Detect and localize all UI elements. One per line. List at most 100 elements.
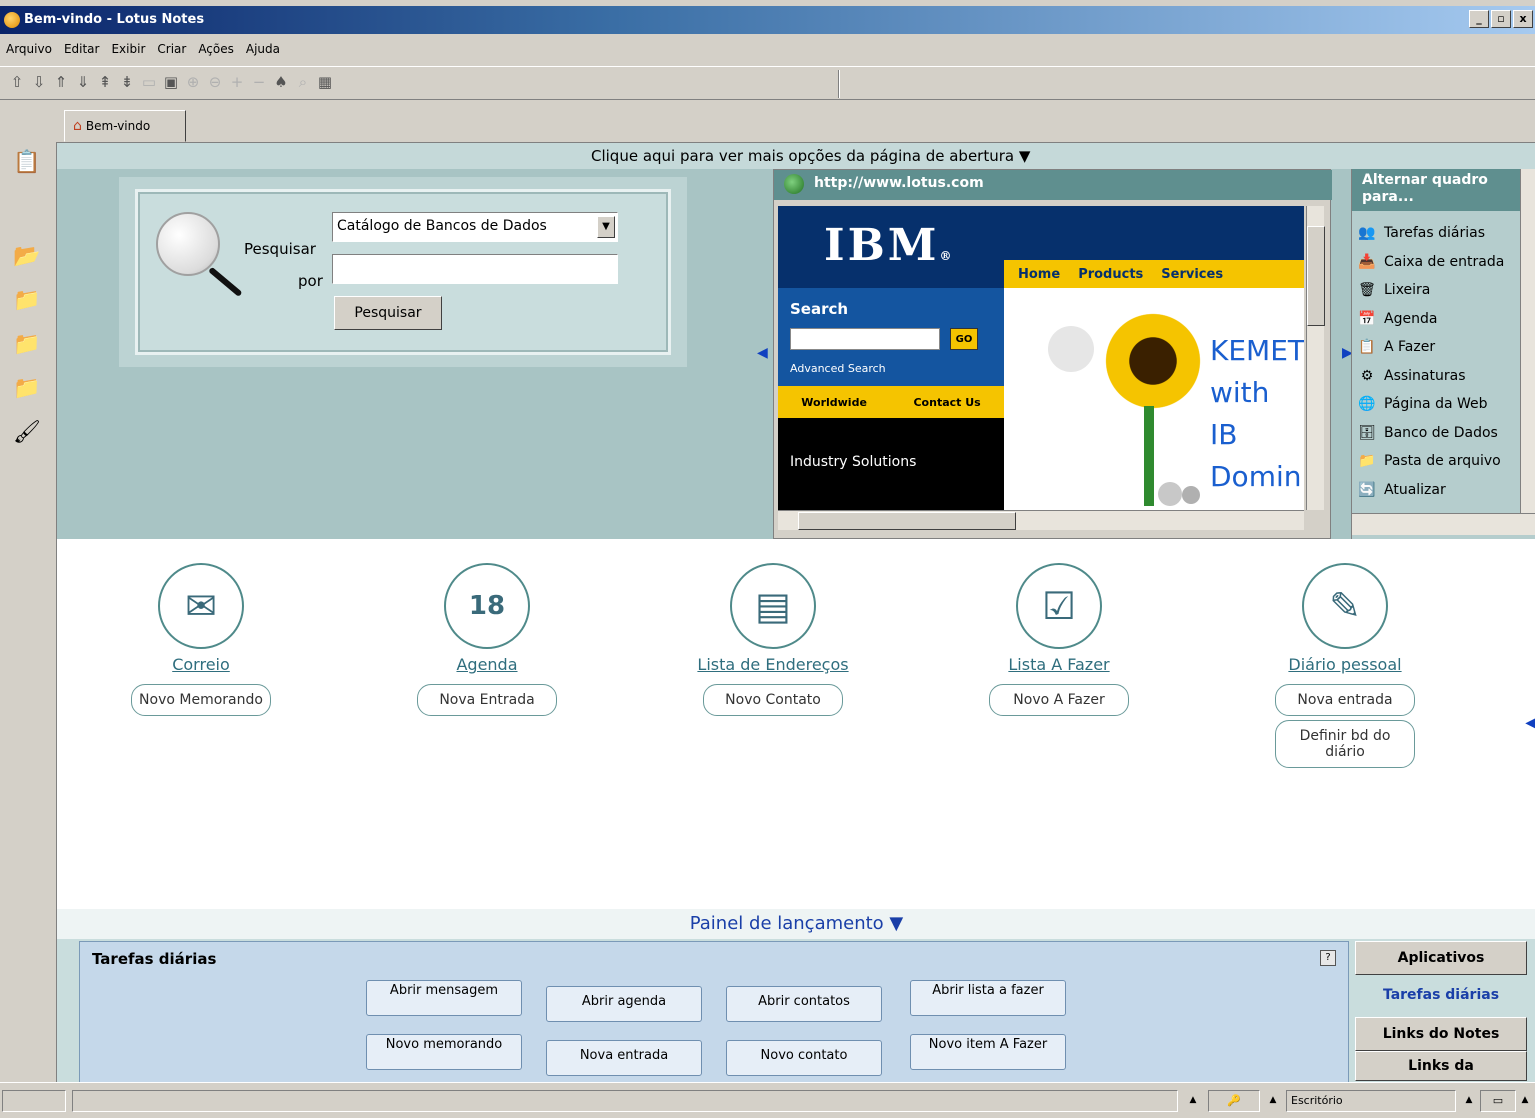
switch-item-atualizar[interactable]: 🔄 Atualizar xyxy=(1356,476,1520,505)
menu-arquivo[interactable]: Arquivo xyxy=(6,42,52,56)
switch-item-assinaturas[interactable]: ⚙ Assinaturas xyxy=(1356,362,1520,391)
preview-icon[interactable]: ▣ xyxy=(162,73,180,91)
abrir-lista-afazer-button[interactable]: Abrir lista a fazer xyxy=(910,980,1066,1016)
ibm-worldwide-link[interactable]: Worldwide xyxy=(801,396,867,409)
switch-item-lixeira[interactable]: 🗑 Lixeira xyxy=(1356,276,1520,305)
agenda-link[interactable]: Agenda xyxy=(387,655,587,674)
ibm-industry-link[interactable]: Industry Solutions xyxy=(790,454,916,470)
nav-next-unread-icon[interactable]: ⇟ xyxy=(118,73,136,91)
nav-down-icon[interactable]: ⇓ xyxy=(74,73,92,91)
address-book-icon[interactable]: ▤ xyxy=(730,563,816,649)
frame-left-arrow-icon[interactable]: ◀ xyxy=(757,345,768,361)
nav-prev-unread-icon[interactable]: ⇞ xyxy=(96,73,114,91)
location-selector[interactable]: Escritório xyxy=(1286,1090,1456,1112)
diario-link[interactable]: Diário pessoal xyxy=(1245,655,1445,674)
ibm-nav-services[interactable]: Services xyxy=(1161,267,1223,282)
switch-item-afazer[interactable]: 📋 A Fazer xyxy=(1356,333,1520,362)
web-vertical-scrollbar[interactable] xyxy=(1306,206,1325,510)
lista-enderecos-link[interactable]: Lista de Endereços xyxy=(673,655,873,674)
tab-bem-vindo[interactable]: ⌂ Bem-vindo xyxy=(64,110,186,142)
ibm-headline[interactable]: KEMET with IB Domin xyxy=(1210,330,1304,498)
switch-frame-horizontal-scrollbar[interactable] xyxy=(1352,513,1535,535)
menu-editar[interactable]: Editar xyxy=(64,42,100,56)
collapse-all-icon[interactable]: − xyxy=(250,73,268,91)
scroll-thumb[interactable] xyxy=(798,512,1016,530)
web-url[interactable]: http://www.lotus.com xyxy=(814,175,984,191)
nova-entrada-diario-button[interactable]: Nova entrada xyxy=(1275,684,1415,716)
launch-panel-title[interactable]: Painel de lançamento ▼ xyxy=(57,909,1535,939)
binoculars-icon[interactable]: ♠ xyxy=(272,73,290,91)
close-button[interactable]: x xyxy=(1513,10,1533,28)
menu-criar[interactable]: Criar xyxy=(157,42,186,56)
tab-links-notes[interactable]: Links do Notes xyxy=(1355,1017,1527,1051)
ibm-advanced-search-link[interactable]: Advanced Search xyxy=(790,362,886,375)
key-icon[interactable]: 🔑 xyxy=(1208,1090,1260,1112)
caret-up-icon[interactable]: ▲ xyxy=(1266,1091,1280,1109)
ibm-logo[interactable]: IBM® xyxy=(824,220,954,271)
mail-icon[interactable]: ✉ xyxy=(158,563,244,649)
ibm-contact-link[interactable]: Contact Us xyxy=(913,396,980,409)
tab-tarefas-diarias[interactable]: Tarefas diárias xyxy=(1355,979,1527,1013)
switch-item-pasta[interactable]: 📁 Pasta de arquivo xyxy=(1356,447,1520,476)
menu-exibir[interactable]: Exibir xyxy=(111,42,145,56)
welcome-options-link[interactable]: Clique aqui para ver mais opções da pági… xyxy=(591,147,1030,165)
switch-frame-vertical-scrollbar[interactable] xyxy=(1520,169,1535,513)
expand-all-icon[interactable]: + xyxy=(228,73,246,91)
novo-item-afazer-button[interactable]: Novo item A Fazer xyxy=(910,1034,1066,1070)
search-icon[interactable]: ⌕ xyxy=(294,73,312,91)
chevron-down-icon[interactable]: ▼ xyxy=(597,216,615,238)
abrir-agenda-button[interactable]: Abrir agenda xyxy=(546,986,702,1022)
novo-contato-task-button[interactable]: Novo contato xyxy=(726,1040,882,1076)
history-bookmark-icon[interactable]: 📁 xyxy=(12,374,42,404)
ibm-nav-products[interactable]: Products xyxy=(1078,267,1143,282)
novo-memorando-button[interactable]: Novo Memorando xyxy=(131,684,271,716)
switch-item-caixa[interactable]: 📥 Caixa de entrada xyxy=(1356,248,1520,277)
calendar-icon[interactable]: 18 xyxy=(444,563,530,649)
switch-item-tarefas[interactable]: 👥 Tarefas diárias xyxy=(1356,219,1520,248)
maximize-button[interactable]: ▫ xyxy=(1491,10,1511,28)
caret-up-icon[interactable]: ▲ xyxy=(1186,1091,1200,1109)
journal-icon[interactable]: ✎ xyxy=(1302,563,1388,649)
panel-expand-arrow-icon[interactable]: ◀ xyxy=(1525,715,1535,731)
favorites-bookmark-icon[interactable]: 📂 xyxy=(12,242,42,272)
help-icon[interactable]: ? xyxy=(1320,950,1336,966)
switch-item-pagina-web[interactable]: 🌐 Página da Web xyxy=(1356,390,1520,419)
minimize-button[interactable]: _ xyxy=(1469,10,1489,28)
switch-item-banco-dados[interactable]: 🗄 Banco de Dados xyxy=(1356,419,1520,448)
databases-bookmark-icon[interactable]: 📁 xyxy=(12,286,42,316)
clipboard-icon[interactable]: ☑ xyxy=(1016,563,1102,649)
search-button[interactable]: Pesquisar xyxy=(334,296,442,330)
replicator-bookmark-icon[interactable]: 🖌 xyxy=(12,418,42,448)
lista-afazer-link[interactable]: Lista A Fazer xyxy=(959,655,1159,674)
tab-links-da[interactable]: Links da xyxy=(1355,1051,1527,1081)
ibm-go-button[interactable]: GO xyxy=(950,328,978,350)
collapse-icon[interactable]: ⊖ xyxy=(206,73,224,91)
search-input[interactable] xyxy=(332,254,618,284)
nav-up-icon[interactable]: ⇑ xyxy=(52,73,70,91)
inbox-status-icon[interactable]: ▭ xyxy=(1480,1090,1516,1112)
ibm-nav-home[interactable]: Home xyxy=(1018,267,1060,282)
abrir-mensagem-button[interactable]: Abrir mensagem xyxy=(366,980,522,1016)
novo-memorando-task-button[interactable]: Novo memorando xyxy=(366,1034,522,1070)
correio-link[interactable]: Correio xyxy=(101,655,301,674)
expand-icon[interactable]: ⊕ xyxy=(184,73,202,91)
switch-item-agenda[interactable]: 📅 Agenda xyxy=(1356,305,1520,334)
menu-acoes[interactable]: Ações xyxy=(198,42,234,56)
todo-bookmark-icon[interactable]: 📋 xyxy=(12,148,42,178)
novo-contato-button[interactable]: Novo Contato xyxy=(703,684,843,716)
abrir-contatos-button[interactable]: Abrir contatos xyxy=(726,986,882,1022)
nova-entrada-task-button[interactable]: Nova entrada xyxy=(546,1040,702,1076)
definir-bd-diario-button[interactable]: Definir bd do diário xyxy=(1275,720,1415,768)
nova-entrada-agenda-button[interactable]: Nova Entrada xyxy=(417,684,557,716)
caret-up-icon[interactable]: ▲ xyxy=(1462,1091,1476,1109)
search-scope-select[interactable]: Catálogo de Bancos de Dados ▼ xyxy=(332,212,618,242)
web-horizontal-scrollbar[interactable] xyxy=(778,510,1304,530)
more-bookmarks-icon[interactable]: 📁 xyxy=(12,330,42,360)
caret-up-icon[interactable]: ▲ xyxy=(1518,1091,1532,1109)
nav-top-icon[interactable]: ⇧ xyxy=(8,73,26,91)
view-icon[interactable]: ▭ xyxy=(140,73,158,91)
ibm-search-input[interactable] xyxy=(790,328,940,350)
tab-aplicativos[interactable]: Aplicativos xyxy=(1355,941,1527,975)
novo-afazer-button[interactable]: Novo A Fazer xyxy=(989,684,1129,716)
print-icon[interactable]: ▦ xyxy=(316,73,334,91)
